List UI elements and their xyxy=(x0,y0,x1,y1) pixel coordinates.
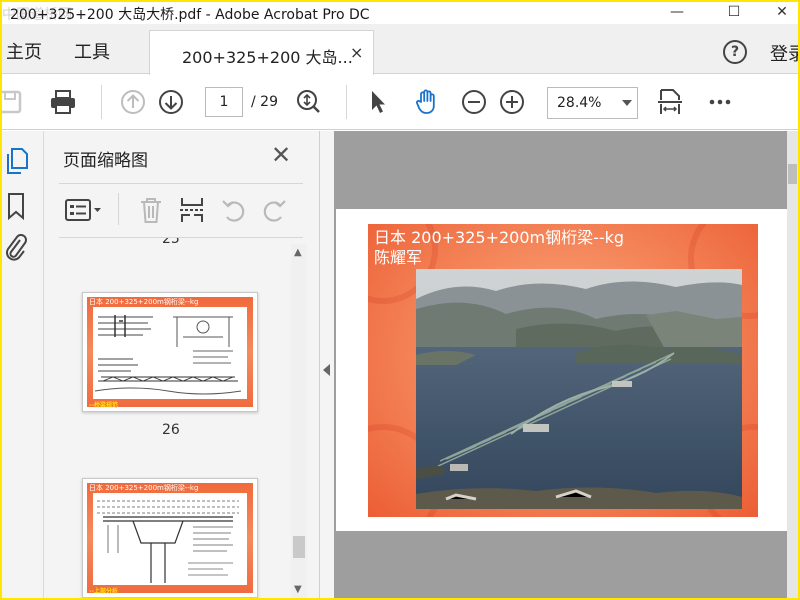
toolbar-separator xyxy=(101,85,102,119)
delete-page-icon[interactable] xyxy=(138,195,164,225)
tab-tools[interactable]: 工具 xyxy=(74,38,110,64)
slide-author: 陈耀军 xyxy=(374,248,423,267)
slide-title: 日本 200+325+200m钢桁梁--kg 陈耀军 xyxy=(374,228,624,268)
window-title: 200+325+200 大岛大桥.pdf - Adobe Acrobat Pro… xyxy=(10,7,370,23)
thumbnail-footer: --桥梁规范 xyxy=(89,402,118,409)
rotate-ccw-icon[interactable] xyxy=(220,195,248,225)
prev-page-icon[interactable] xyxy=(118,87,148,117)
document-scrollbar[interactable] xyxy=(787,131,798,598)
page-number-input[interactable]: 1 xyxy=(205,87,243,117)
collapse-arrow-icon xyxy=(323,364,330,376)
scroll-up-icon[interactable]: ▲ xyxy=(294,247,302,258)
tab-home[interactable]: 主页 xyxy=(6,38,42,64)
thumbnail-options-icon[interactable] xyxy=(64,197,104,223)
thumbnails-panel: 页面缩略图 ✕ 25 日本 200+325+200m钢桁梁--kg --桥梁规范… xyxy=(44,131,320,598)
thumbnail-footer: --上部分析 xyxy=(89,588,118,595)
left-rail xyxy=(2,131,44,598)
thumbnail-title: 日本 200+325+200m钢桁梁--kg xyxy=(89,298,199,306)
main-toolbar: 1 / 29 28.4% xyxy=(2,75,798,130)
fit-width-icon[interactable] xyxy=(655,87,685,117)
save-icon[interactable] xyxy=(2,87,26,117)
toolbar-separator xyxy=(346,85,347,119)
insert-page-icon[interactable] xyxy=(178,195,206,225)
tab-bar: 主页 工具 200+325+200 大岛... × ? 登录 xyxy=(2,24,798,75)
hand-tool-icon[interactable] xyxy=(412,87,442,117)
slide: 日本 200+325+200m钢桁梁--kg 陈耀军 xyxy=(368,224,758,517)
attachment-icon[interactable] xyxy=(3,231,29,265)
rotate-cw-icon[interactable] xyxy=(260,195,288,225)
maximize-button[interactable]: ☐ xyxy=(714,2,754,24)
zoom-out-icon[interactable] xyxy=(459,87,489,117)
pdf-page: 日本 200+325+200m钢桁梁--kg 陈耀军 xyxy=(336,209,787,531)
thumbnail-drawing xyxy=(93,307,247,399)
panel-title: 页面缩略图 xyxy=(63,151,148,171)
next-page-icon[interactable] xyxy=(156,87,186,117)
zoom-to-fit-icon[interactable] xyxy=(293,87,323,117)
scroll-down-icon[interactable]: ▼ xyxy=(294,584,302,595)
bookmark-icon[interactable] xyxy=(4,191,28,221)
more-icon[interactable] xyxy=(705,87,735,117)
minimize-button[interactable]: — xyxy=(657,2,697,24)
tab-document[interactable]: 200+325+200 大岛... × xyxy=(149,30,374,75)
slide-title-line-1: 日本 200+325+200m钢桁梁--kg xyxy=(374,228,625,247)
scrollbar-thumb[interactable] xyxy=(293,536,305,558)
thumbnail-scrollbar[interactable]: ▲ ▼ xyxy=(291,244,307,598)
thumbnail-title: 日本 200+325+200m钢桁梁--kg xyxy=(89,484,199,492)
zoom-in-icon[interactable] xyxy=(497,87,527,117)
page-thumbnail-27[interactable]: 日本 200+325+200m钢桁梁--kg --上部分析 xyxy=(82,478,258,598)
zoom-level-value: 28.4% xyxy=(557,95,602,111)
select-cursor-icon[interactable] xyxy=(363,87,393,117)
page-label-25: 25 xyxy=(162,238,180,247)
girder-drawing-thumbnail xyxy=(97,500,239,583)
panel-collapse-handle[interactable] xyxy=(320,131,334,598)
page-total: / 29 xyxy=(251,94,278,110)
page-label-26: 26 xyxy=(162,422,180,438)
title-bar: 中国道桥网 200+325+200 大岛大桥.pdf - Adobe Acrob… xyxy=(2,2,798,24)
thumbnail-list[interactable]: 25 日本 200+325+200m钢桁梁--kg --桥梁规范 26 日本 2… xyxy=(44,238,291,598)
login-button[interactable]: 登录 xyxy=(770,40,798,66)
help-button[interactable]: ? xyxy=(723,40,747,64)
document-view[interactable]: 日本 200+325+200m钢桁梁--kg 陈耀军 xyxy=(334,131,798,598)
panel-tool-separator xyxy=(118,193,119,225)
document-scrollbar-thumb[interactable] xyxy=(788,164,797,184)
document-tab-label: 200+325+200 大岛... xyxy=(182,48,353,67)
close-tab-button[interactable]: × xyxy=(350,43,363,62)
page-thumbnail-26[interactable]: 日本 200+325+200m钢桁梁--kg --桥梁规范 xyxy=(82,292,258,412)
bridge-photo xyxy=(416,269,742,509)
chevron-down-icon xyxy=(622,100,632,106)
print-icon[interactable] xyxy=(48,87,78,117)
acrobat-window: 中国道桥网 200+325+200 大岛大桥.pdf - Adobe Acrob… xyxy=(2,2,798,598)
bridge-drawing-thumbnail xyxy=(94,315,242,395)
bridge-photo-illustration xyxy=(416,269,742,509)
page-thumbnails-icon[interactable] xyxy=(3,146,29,176)
panel-divider xyxy=(59,183,303,184)
close-panel-button[interactable]: ✕ xyxy=(271,141,291,169)
thumbnail-drawing xyxy=(93,493,247,585)
zoom-level-select[interactable]: 28.4% xyxy=(547,87,638,119)
close-window-button[interactable]: ✕ xyxy=(762,2,798,24)
